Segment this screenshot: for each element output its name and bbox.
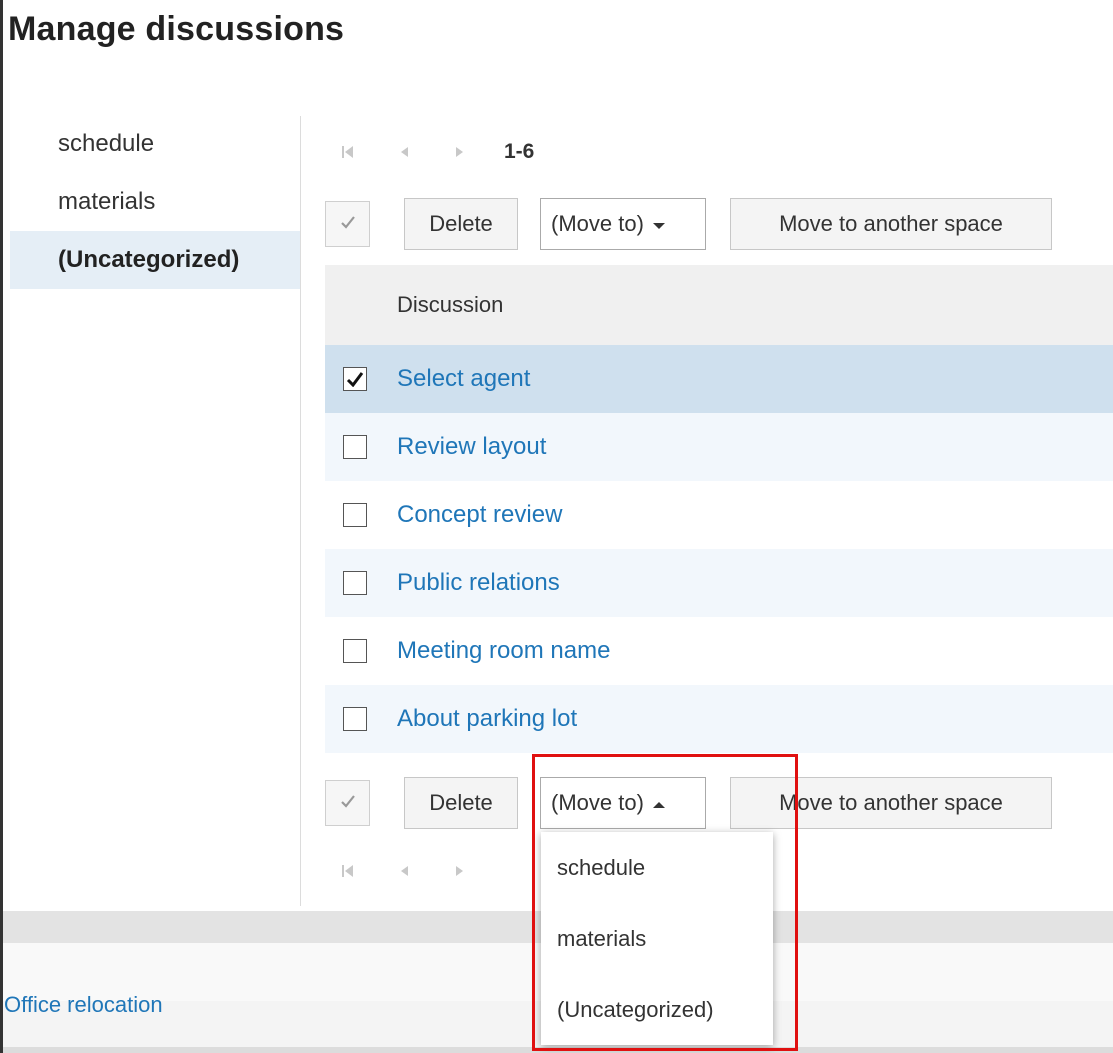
move-to-another-space-button[interactable]: Move to another space <box>730 777 1052 829</box>
move-to-label: (Move to) <box>551 211 644 236</box>
discussion-link[interactable]: Concept review <box>397 501 562 529</box>
checkmark-icon <box>340 215 356 234</box>
previous-page-icon[interactable] <box>396 862 412 880</box>
table-row: Select agent <box>325 345 1113 413</box>
discussion-link[interactable]: Select agent <box>397 365 530 393</box>
dropdown-option-schedule[interactable]: schedule <box>541 832 773 903</box>
row-checkbox[interactable] <box>343 639 367 663</box>
table-row: Concept review <box>325 481 1113 549</box>
caret-down-icon <box>652 211 666 237</box>
pager-bottom <box>340 856 508 886</box>
move-to-another-space-button[interactable]: Move to another space <box>730 198 1052 250</box>
page-title: Manage discussions <box>8 10 345 48</box>
page-range: 1-6 <box>504 140 535 163</box>
delete-button[interactable]: Delete <box>404 198 518 250</box>
window-left-border <box>0 0 3 1053</box>
caret-up-icon <box>652 790 666 816</box>
pager-top: 1-6 <box>340 137 534 167</box>
row-checkbox[interactable] <box>343 367 367 391</box>
select-all-button[interactable] <box>325 780 370 826</box>
discussion-table: Discussion Select agent Review layout Co… <box>325 265 1113 753</box>
move-to-label: (Move to) <box>551 790 644 815</box>
next-page-icon[interactable] <box>452 143 468 161</box>
discussion-link[interactable]: About parking lot <box>397 705 577 733</box>
category-sidebar: schedule materials (Uncategorized) <box>10 115 300 289</box>
row-checkbox[interactable] <box>343 435 367 459</box>
move-to-dropdown-menu: schedule materials (Uncategorized) <box>541 832 773 1045</box>
discussion-link[interactable]: Meeting room name <box>397 637 610 665</box>
first-page-icon[interactable] <box>340 143 356 161</box>
table-row: About parking lot <box>325 685 1113 753</box>
row-checkbox[interactable] <box>343 571 367 595</box>
table-row: Review layout <box>325 413 1113 481</box>
discussion-link[interactable]: Public relations <box>397 569 560 597</box>
dropdown-option-materials[interactable]: materials <box>541 903 773 974</box>
checkmark-icon <box>340 794 356 813</box>
sidebar-item-materials[interactable]: materials <box>10 173 300 231</box>
move-to-select[interactable]: (Move to) <box>540 198 706 250</box>
previous-page-icon[interactable] <box>396 143 412 161</box>
toolbar-bottom: Delete (Move to) Move to another space <box>325 777 1052 829</box>
discussion-link[interactable]: Review layout <box>397 433 546 461</box>
sidebar-item-uncategorized[interactable]: (Uncategorized) <box>10 231 300 289</box>
office-relocation-link[interactable]: Office relocation <box>4 992 163 1018</box>
toolbar-top: Delete (Move to) Move to another space <box>325 198 1052 250</box>
select-all-button[interactable] <box>325 201 370 247</box>
table-row: Meeting room name <box>325 617 1113 685</box>
delete-button[interactable]: Delete <box>404 777 518 829</box>
sidebar-divider <box>300 116 301 906</box>
column-header-discussion: Discussion <box>325 265 1113 345</box>
first-page-icon[interactable] <box>340 862 356 880</box>
next-page-icon[interactable] <box>452 862 468 880</box>
table-row: Public relations <box>325 549 1113 617</box>
row-checkbox[interactable] <box>343 707 367 731</box>
move-to-select[interactable]: (Move to) <box>540 777 706 829</box>
row-checkbox[interactable] <box>343 503 367 527</box>
dropdown-option-uncategorized[interactable]: (Uncategorized) <box>541 974 773 1045</box>
sidebar-item-schedule[interactable]: schedule <box>10 115 300 173</box>
